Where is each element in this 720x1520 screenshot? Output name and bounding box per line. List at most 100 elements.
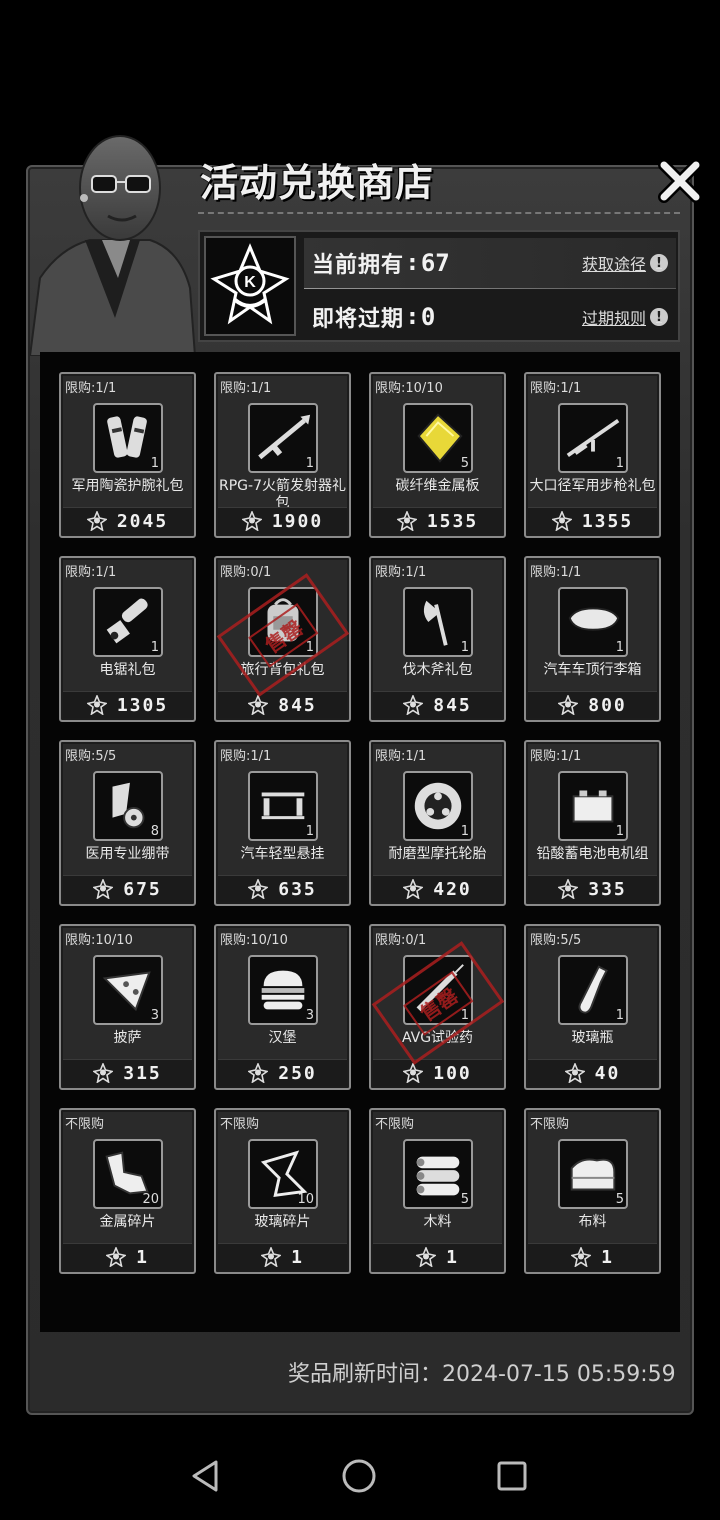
item-quantity: 1	[460, 824, 469, 839]
sold-out-text: 售罄	[402, 970, 474, 1036]
recents-button[interactable]	[494, 1458, 530, 1498]
event-coin-icon	[93, 879, 114, 899]
purchase-limit: 限购:1/1	[65, 381, 117, 396]
back-icon	[192, 1460, 218, 1492]
shop-item-card[interactable]: 限购:1/1 1 电锯礼包 1305	[59, 556, 196, 722]
event-coin-icon	[248, 1063, 269, 1083]
item-name: 披萨	[113, 1030, 142, 1046]
item-name: 伐木斧礼包	[402, 662, 473, 678]
purchase-limit: 不限购	[530, 1117, 570, 1132]
item-quantity: 20	[142, 1192, 159, 1207]
shop-item-card[interactable]: 限购:1/1 1 RPG-7火箭发射器礼包 1900	[214, 372, 351, 538]
item-price: 1	[601, 1246, 614, 1268]
tire-icon	[414, 782, 462, 830]
shop-item-card[interactable]: 限购:1/1 1 大口径军用步枪礼包 1355	[524, 372, 661, 538]
item-name: 木料	[423, 1214, 452, 1230]
close-icon	[658, 159, 702, 203]
shop-item-card[interactable]: 不限购 5 布料 1	[524, 1108, 661, 1274]
shop-item-card[interactable]: 限购:1/1 1 耐磨型摩托轮胎 420	[369, 740, 506, 906]
expire-rules-link[interactable]: 过期规则 !	[582, 305, 668, 329]
event-coin-icon	[93, 1063, 114, 1083]
shop-item-card[interactable]: 限购:0/1 1 旅行背包礼包 845 售罄	[214, 556, 351, 722]
rocket-launcher-icon	[258, 414, 311, 460]
purchase-limit: 不限购	[375, 1117, 415, 1132]
item-name: 军用陶瓷护腕礼包	[71, 478, 184, 494]
item-icon-box: 1	[403, 771, 473, 841]
price-bar: 335	[528, 875, 657, 902]
colon: :	[408, 250, 417, 276]
item-price: 635	[278, 878, 317, 900]
price-bar: 1355	[528, 507, 657, 534]
pizza-icon	[102, 971, 151, 1012]
item-icon-box: 5	[403, 1139, 473, 1209]
shop-item-card[interactable]: 不限购 10 玻璃碎片 1	[214, 1108, 351, 1274]
burger-icon	[261, 970, 305, 1010]
item-icon-box: 8	[93, 771, 163, 841]
purchase-limit: 限购:1/1	[220, 749, 272, 764]
back-button[interactable]	[188, 1458, 224, 1498]
item-name: 铅酸蓄电池电机组	[536, 846, 649, 862]
shop-item-card[interactable]: 限购:1/1 1 汽车车顶行李箱 800	[524, 556, 661, 722]
shop-item-card[interactable]: 不限购 5 木料 1	[369, 1108, 506, 1274]
shop-item-card[interactable]: 不限购 20 金属碎片 1	[59, 1108, 196, 1274]
shop-item-card[interactable]: 限购:1/1 1 铅酸蓄电池电机组 335	[524, 740, 661, 906]
shop-item-card[interactable]: 限购:5/5 1 玻璃瓶 40	[524, 924, 661, 1090]
item-icon-box: 3	[93, 955, 163, 1025]
shop-item-card[interactable]: 限购:0/1 1 AVG试验药 100 售罄	[369, 924, 506, 1090]
home-button[interactable]	[341, 1458, 377, 1498]
item-quantity: 1	[615, 456, 624, 471]
item-quantity: 8	[150, 824, 159, 839]
purchase-limit: 限购:1/1	[65, 565, 117, 580]
shop-item-card[interactable]: 限购:10/10 3 披萨 315	[59, 924, 196, 1090]
svg-text:K: K	[244, 274, 256, 291]
info-icon: !	[650, 254, 668, 272]
purchase-limit: 限购:5/5	[65, 749, 117, 764]
purchase-limit: 限购:10/10	[375, 381, 443, 396]
obtain-method-link[interactable]: 获取途径 !	[582, 251, 668, 275]
sold-out-text: 售罄	[247, 602, 319, 668]
item-quantity: 1	[150, 640, 159, 655]
shop-item-card[interactable]: 限购:5/5 8 医用专业绷带 675	[59, 740, 196, 906]
shop-item-card[interactable]: 限购:1/1 1 伐木斧礼包 845	[369, 556, 506, 722]
purchase-limit: 限购:1/1	[375, 749, 427, 764]
price-bar: 1535	[373, 507, 502, 534]
bottle-icon	[578, 965, 608, 1014]
close-button[interactable]	[654, 155, 706, 207]
item-price: 1	[136, 1246, 149, 1268]
event-coin-icon	[241, 511, 262, 531]
shop-item-card[interactable]: 限购:1/1 1 汽车轻型悬挂 635	[214, 740, 351, 906]
shop-item-card[interactable]: 限购:10/10 5 碳纤维金属板 1535	[369, 372, 506, 538]
purchase-limit: 限购:0/1	[220, 565, 272, 580]
event-coin-icon	[248, 879, 269, 899]
item-price: 250	[278, 1062, 317, 1084]
shop-item-card[interactable]: 限购:1/1 1 军用陶瓷护腕礼包 2045	[59, 372, 196, 538]
event-coin-icon	[106, 1247, 127, 1267]
price-bar: 420	[373, 875, 502, 902]
item-quantity: 1	[305, 456, 314, 471]
event-coin-icon	[248, 695, 269, 715]
item-icon-box: 5	[403, 403, 473, 473]
item-price: 2045	[116, 510, 169, 532]
item-price: 40	[594, 1062, 621, 1084]
item-icon-box: 20	[93, 1139, 163, 1209]
purchase-limit: 限购:1/1	[530, 381, 582, 396]
price-bar: 635	[218, 875, 347, 902]
purchase-limit: 限购:1/1	[220, 381, 272, 396]
event-coin-icon	[564, 1063, 585, 1083]
item-name: 耐磨型摩托轮胎	[388, 846, 487, 862]
item-name: 医用专业绷带	[85, 846, 170, 862]
shop-item-card[interactable]: 限购:10/10 3 汉堡 250	[214, 924, 351, 1090]
item-icon-box: 1	[248, 403, 318, 473]
price-bar: 1305	[63, 691, 192, 718]
item-quantity: 10	[297, 1192, 314, 1207]
price-bar: 845	[218, 691, 347, 718]
rifle-icon	[566, 418, 620, 458]
item-icon-box: 1	[248, 771, 318, 841]
item-price: 675	[123, 878, 162, 900]
price-bar: 1900	[218, 507, 347, 534]
item-name: 玻璃瓶	[571, 1030, 614, 1046]
item-price: 1900	[271, 510, 324, 532]
home-icon	[342, 1459, 376, 1493]
purchase-limit: 限购:5/5	[530, 933, 582, 948]
info-icon: !	[650, 308, 668, 326]
